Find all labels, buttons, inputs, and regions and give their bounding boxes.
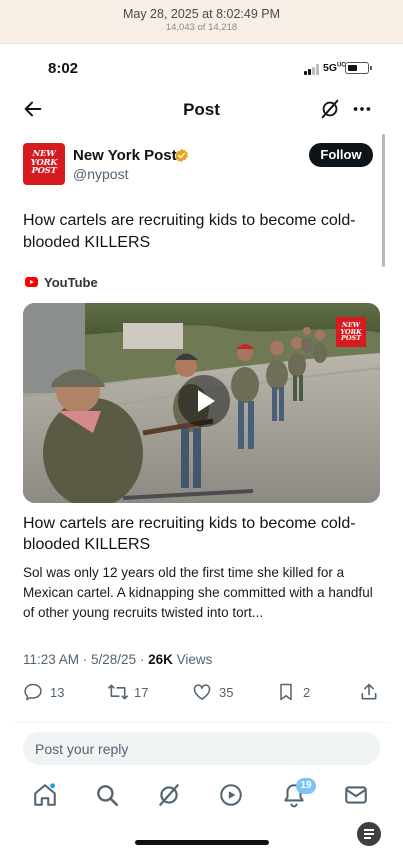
author-name[interactable]: New York Post <box>73 147 177 164</box>
home-indicator[interactable] <box>135 840 269 845</box>
follow-button[interactable]: Follow <box>309 143 373 167</box>
heart-icon <box>193 684 211 700</box>
divider <box>14 722 389 723</box>
network-type: 5GUC <box>323 62 346 74</box>
scrollbar[interactable] <box>382 134 385 267</box>
repost-count: 17 <box>134 685 149 700</box>
views-label: Views <box>172 652 213 667</box>
bookmark-icon <box>280 683 292 701</box>
video-icon[interactable] <box>218 782 244 808</box>
card-description: Sol was only 12 years old the first time… <box>23 565 373 620</box>
home-icon[interactable] <box>32 782 58 808</box>
verified-badge-icon <box>175 148 188 163</box>
reply-input[interactable]: Post your reply <box>23 732 380 765</box>
photo-date: May 28, 2025 at 8:02:49 PM <box>122 7 281 21</box>
new-york-post-logo: NEW YORK POST <box>336 317 366 347</box>
author-handle[interactable]: @nypost <box>73 166 128 182</box>
post-timestamp: 11:23 AM · 5/28/25 · <box>23 652 149 667</box>
bookmark-count: 2 <box>303 685 311 700</box>
post-text: How cartels are recruiting kids to becom… <box>23 212 356 251</box>
share-icon <box>361 683 377 700</box>
card-title[interactable]: How cartels are recruiting kids to becom… <box>23 513 373 555</box>
reply-count: 13 <box>50 685 65 700</box>
more-horizontal-icon[interactable] <box>351 98 373 120</box>
views-count: 26K <box>148 652 173 667</box>
photos-header: May 28, 2025 at 8:02:49 PM 14,043 of 14,… <box>0 0 403 44</box>
youtube-icon <box>25 277 38 287</box>
notifications-badge: 19 <box>296 778 316 794</box>
grok-icon[interactable] <box>156 782 182 808</box>
repost-icon <box>108 684 128 700</box>
like-count: 35 <box>219 685 234 700</box>
video-thumbnail[interactable]: NEW YORK POST <box>23 303 380 503</box>
reply-icon <box>24 683 42 701</box>
signal-icon <box>304 64 320 75</box>
reply-placeholder: Post your reply <box>35 741 129 757</box>
grok-icon[interactable] <box>319 98 341 120</box>
card-source-label: YouTube <box>44 275 98 290</box>
battery-icon <box>345 62 372 74</box>
status-time: 8:02 <box>48 60 79 77</box>
search-icon[interactable] <box>94 782 120 808</box>
messages-icon[interactable] <box>343 782 369 808</box>
play-button[interactable] <box>178 375 230 427</box>
avatar[interactable]: NEW YORK POST <box>23 143 65 185</box>
live-text-icon[interactable] <box>357 822 381 846</box>
post-meta: 11:23 AM · 5/28/25 · 26K Views <box>23 652 212 667</box>
photo-count: 14,043 of 14,218 <box>165 22 238 33</box>
phone-screen: 8:02 5GUC Post NEW YORK POST New York Post… <box>14 44 389 850</box>
